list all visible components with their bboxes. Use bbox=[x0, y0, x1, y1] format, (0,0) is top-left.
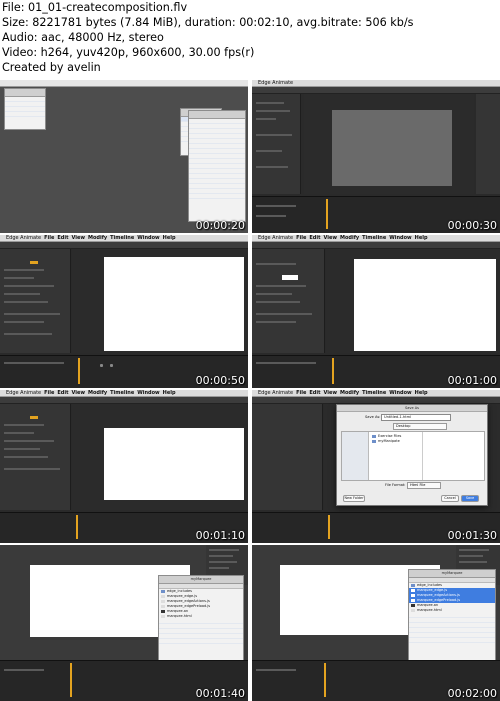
thumbnail-5: Edge Animate File Edit View Modify Timeline Wi… bbox=[0, 390, 248, 543]
stage-canvas bbox=[354, 259, 496, 351]
video-info-header: File: 01_01-createcomposition.flv Size: … bbox=[2, 0, 498, 80]
timestamp: 00:01:40 bbox=[195, 687, 245, 700]
stage-area bbox=[72, 249, 248, 353]
playhead bbox=[326, 199, 328, 229]
save-button[interactable]: Save bbox=[461, 495, 479, 502]
toolbar bbox=[252, 242, 500, 249]
stage-area bbox=[304, 94, 474, 194]
save-as-input[interactable]: Untitled-1.html bbox=[381, 414, 451, 421]
app-menubar: Edge Animate File Edit View Modify Timeline Wi… bbox=[0, 235, 248, 242]
timestamp: 00:02:00 bbox=[447, 687, 497, 700]
file-row[interactable]: marquee.html bbox=[159, 614, 243, 619]
file-format-select[interactable]: Html File bbox=[407, 482, 441, 489]
properties-panel bbox=[252, 404, 323, 510]
created-line: Created by avelin bbox=[2, 61, 101, 74]
file-format-label: File Format: bbox=[385, 483, 406, 487]
mac-menubar bbox=[0, 80, 248, 87]
size-line: Size: 8221781 bytes (7.84 MiB), duration… bbox=[2, 16, 414, 29]
stage-canvas bbox=[332, 110, 452, 186]
timestamp: 00:00:50 bbox=[195, 374, 245, 387]
app-menubar: Edge Animate File Edit View Modify Timeline Wi… bbox=[0, 390, 248, 397]
location-select[interactable]: Desktop bbox=[393, 423, 447, 430]
timestamp: 00:01:00 bbox=[447, 374, 497, 387]
properties-panel bbox=[252, 249, 325, 353]
sidebar bbox=[342, 432, 369, 480]
list-item[interactable]: myManipate bbox=[370, 439, 420, 444]
playhead bbox=[324, 663, 326, 697]
cancel-button[interactable]: Cancel bbox=[441, 495, 459, 502]
stage-canvas bbox=[104, 428, 244, 500]
thumbnail-2: Edge Animate 00:00:30 bbox=[252, 80, 500, 233]
toolbar bbox=[252, 87, 500, 94]
finder-window-list bbox=[188, 110, 246, 222]
file-browser[interactable]: Exercise Files myManipate bbox=[341, 431, 485, 481]
timestamp: 00:00:30 bbox=[447, 219, 497, 232]
playhead bbox=[78, 358, 80, 384]
save-as-dialog: Save As Save As: Untitled-1.html Desktop… bbox=[336, 404, 488, 506]
dialog-title: Save As bbox=[337, 405, 487, 412]
thumbnail-4: Edge Animate File Edit View Modify Timeline Wi… bbox=[252, 235, 500, 388]
thumbnail-8: myMarquee edge_includes marquee_edge.js … bbox=[252, 545, 500, 701]
playhead bbox=[328, 515, 330, 539]
finder-window-small bbox=[4, 88, 46, 130]
playhead bbox=[332, 358, 334, 384]
toolbar bbox=[252, 397, 500, 404]
video-line: Video: h264, yuv420p, 960x600, 30.00 fps… bbox=[2, 46, 255, 59]
new-folder-button[interactable]: New Folder bbox=[343, 495, 365, 502]
playhead bbox=[76, 515, 78, 539]
library-panel bbox=[476, 94, 500, 194]
file-row[interactable]: marquee.html bbox=[409, 608, 495, 613]
thumbnail-grid: 00:00:20 Edge Animate 00:00:30 Edge Anim… bbox=[0, 80, 500, 701]
toolbar bbox=[0, 242, 248, 249]
properties-panel bbox=[0, 404, 71, 510]
properties-panel bbox=[0, 249, 71, 353]
app-menubar: Edge Animate File Edit View Modify Timeline Wi… bbox=[252, 235, 500, 242]
timestamp: 00:00:20 bbox=[195, 219, 245, 232]
playhead bbox=[70, 663, 72, 697]
thumbnail-3: Edge Animate File Edit View Modify Timeline Wi… bbox=[0, 235, 248, 388]
timestamp: 00:01:30 bbox=[447, 529, 497, 542]
thumbnail-6: Edge Animate File Edit View Modify Timeline Wi… bbox=[252, 390, 500, 543]
audio-line: Audio: aac, 48000 Hz, stereo bbox=[2, 31, 164, 44]
properties-panel bbox=[252, 94, 301, 194]
thumbnail-7: myMarquee edge_includes marquee_edge.js … bbox=[0, 545, 248, 701]
stage-canvas bbox=[104, 257, 244, 351]
timestamp: 00:01:10 bbox=[195, 529, 245, 542]
thumbnail-1: 00:00:20 bbox=[0, 80, 248, 233]
stage-area bbox=[326, 249, 500, 353]
stage-area bbox=[72, 404, 248, 510]
finder-title: myMarquee bbox=[409, 570, 495, 578]
file-line: File: 01_01-createcomposition.flv bbox=[2, 1, 188, 14]
save-as-label: Save As: bbox=[365, 415, 381, 419]
toolbar bbox=[0, 397, 248, 404]
finder-title: myMarquee bbox=[159, 576, 243, 584]
app-menubar: Edge Animate bbox=[252, 80, 500, 87]
selected-field[interactable] bbox=[282, 275, 298, 280]
app-menubar: Edge Animate File Edit View Modify Timeline Wi… bbox=[252, 390, 500, 397]
